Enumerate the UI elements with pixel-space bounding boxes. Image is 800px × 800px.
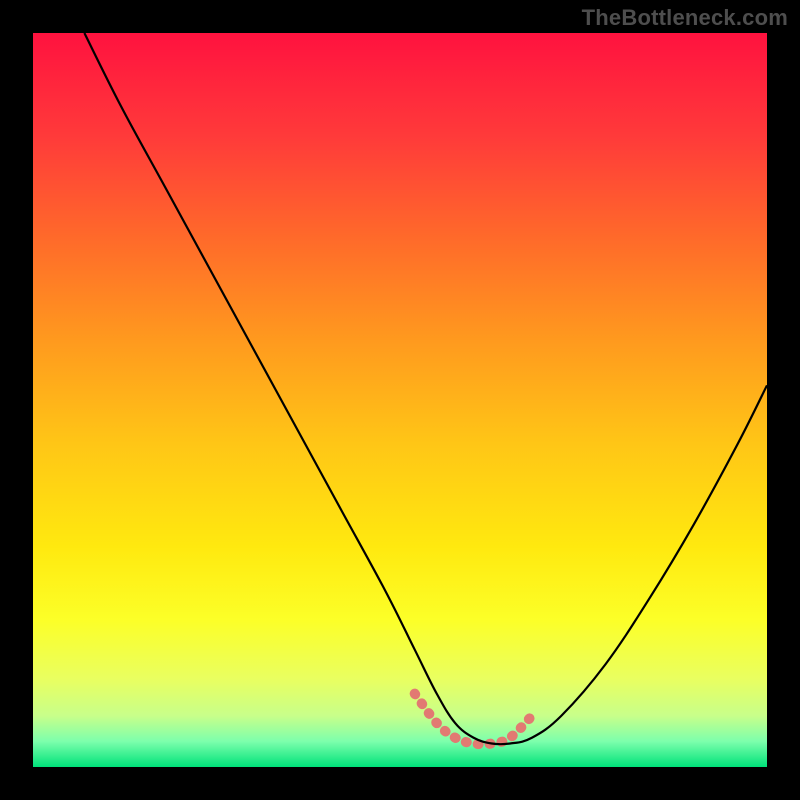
chart-stage: TheBottleneck.com	[0, 0, 800, 800]
bottleneck-curve	[33, 33, 767, 767]
watermark-text: TheBottleneck.com	[582, 5, 788, 31]
plot-area	[33, 33, 767, 767]
